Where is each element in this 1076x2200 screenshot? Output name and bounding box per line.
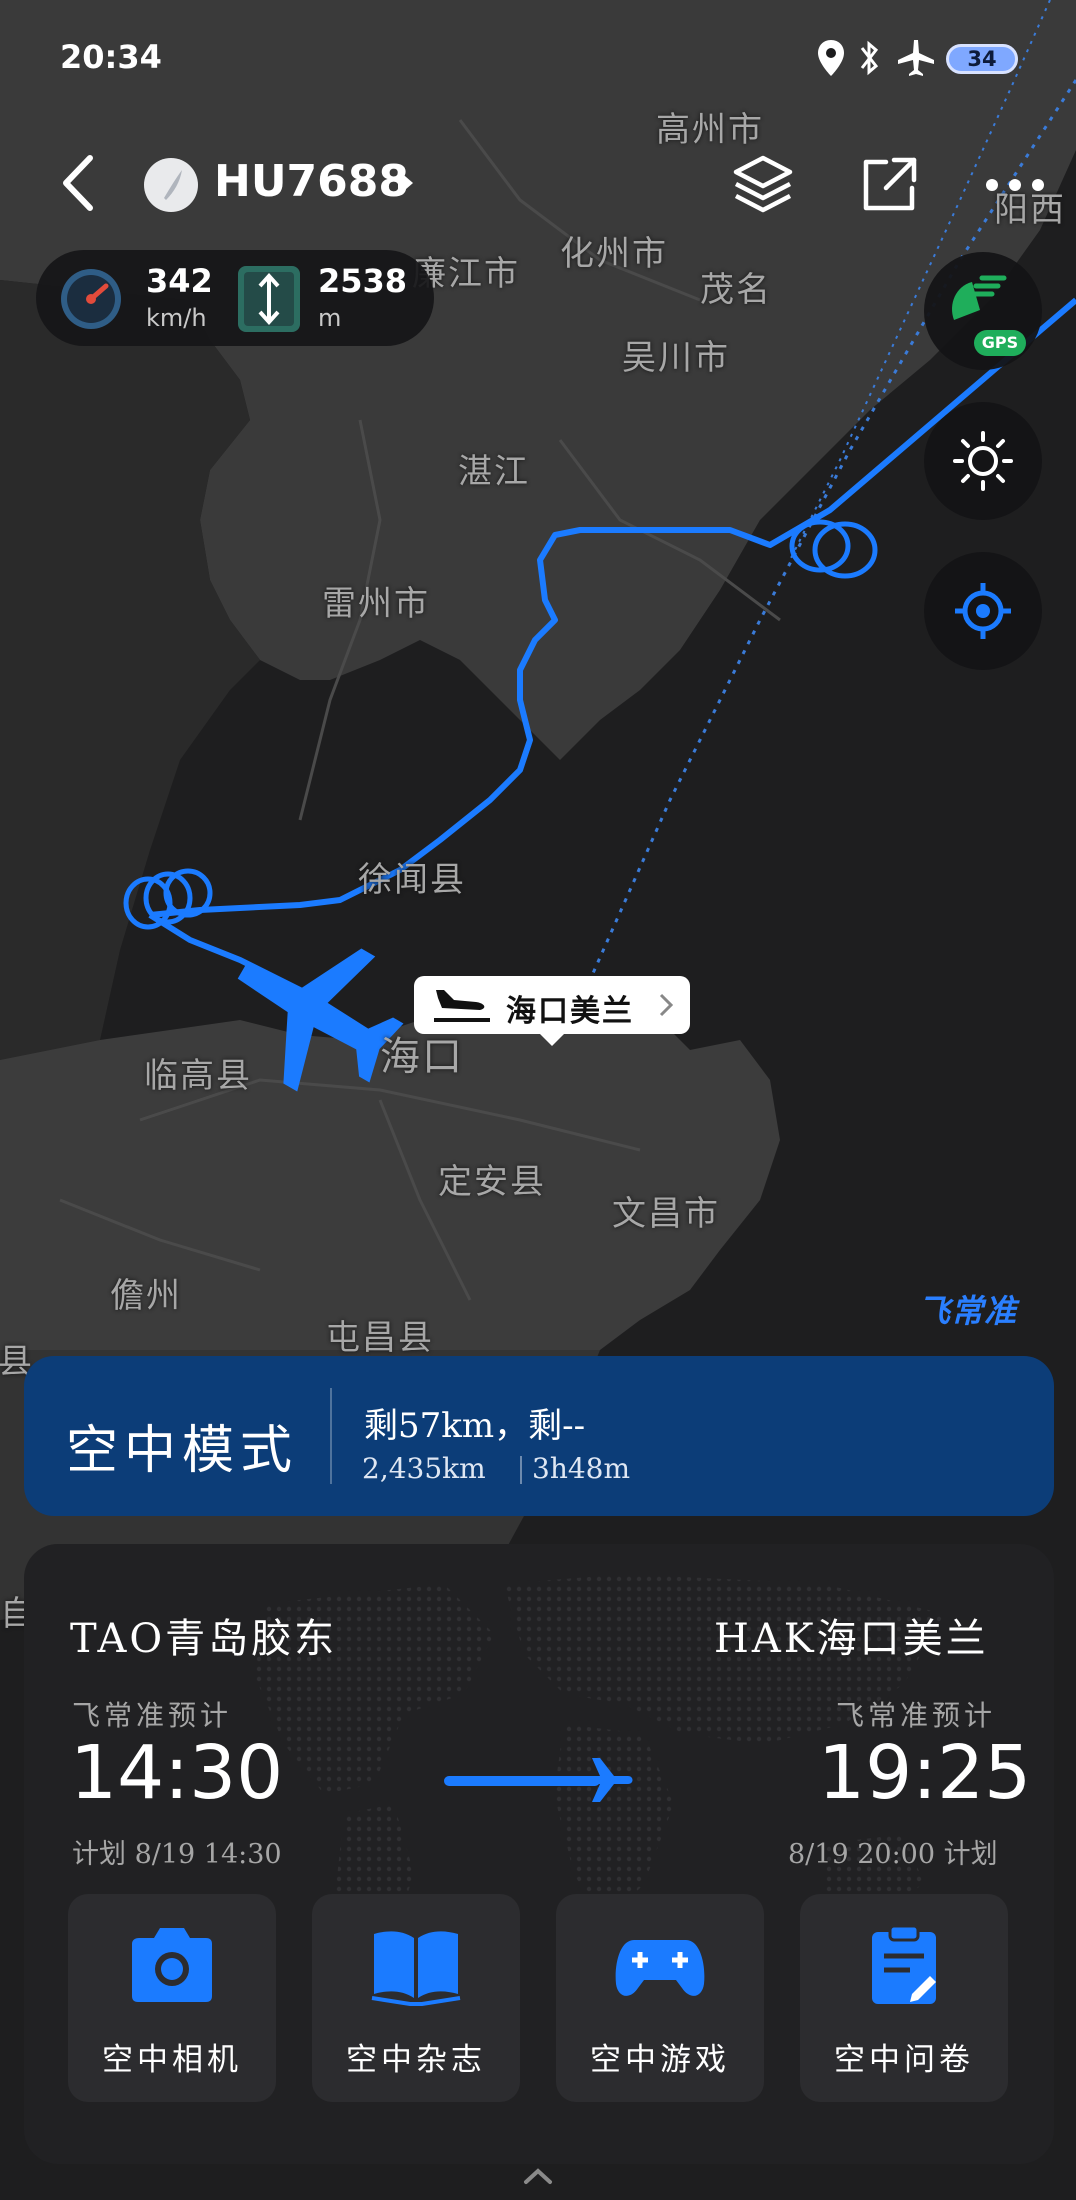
chevron-right-icon [659,993,674,1017]
book-icon [371,1931,461,2006]
status-bar: 20:34 34 [0,0,1076,110]
brand-watermark: 飞常准 [918,1292,1018,1330]
gamepad-icon [615,1940,705,1996]
locate-icon [955,583,1011,639]
origin-estimate-label: 飞常准预计 [72,1699,233,1732]
departure-time: 14:30 [70,1730,284,1816]
altitude-icon [238,266,300,332]
chevron-up-icon[interactable] [522,2166,554,2186]
total-distance: 2,435km [362,1452,486,1485]
remaining-info: 剩57km，剩-- [364,1406,586,1446]
camera-icon [132,1928,212,2002]
speed-value: 342 [146,262,213,300]
divider [520,1456,522,1484]
origin-planned-time: 计划 8/19 14:30 [72,1839,282,1870]
tile-label: 空中相机 [102,2042,242,2078]
arrival-time: 19:25 [818,1730,1032,1816]
airplane-mode-icon [898,40,934,76]
share-button[interactable] [854,150,924,220]
map-label: 茂名 [700,270,772,310]
air-mode-bar[interactable]: 空中模式 剩57km，剩-- 2,435km 3h48m [24,1356,1054,1516]
sun-icon [953,431,1013,491]
map-label: 雷州市 [322,584,430,624]
gps-badge: GPS [974,330,1026,356]
air-survey-tile[interactable]: 空中问卷 [800,1894,1008,2102]
map-label: 吴川市 [622,338,730,378]
location-icon [818,40,844,76]
layers-button[interactable] [728,150,798,220]
route-plane-icon [582,1758,633,1802]
map-label: 文昌市 [612,1194,720,1234]
gps-button[interactable]: GPS [924,252,1042,370]
map-label: 定安县 [438,1162,546,1202]
map-label: 临高县 [144,1056,252,1096]
map-label: 湛江 [458,452,530,492]
locate-button[interactable] [924,552,1042,670]
map-label: 屯昌县 [326,1318,434,1358]
bluetooth-icon [860,40,879,76]
flight-stats: 342 km/h 2538 m [36,250,434,346]
airline-logo [144,158,198,212]
battery-indicator: 34 [946,44,1018,74]
altitude-value: 2538 [318,262,408,300]
airline-logo-icon [164,170,182,200]
total-duration: 3h48m [532,1452,631,1485]
divider [330,1388,332,1484]
air-game-tile[interactable]: 空中游戏 [556,1894,764,2102]
landing-icon [434,990,490,1022]
status-time: 20:34 [60,38,162,76]
map-label: 化州市 [560,234,668,274]
more-options-button[interactable] [980,150,1050,220]
speed-unit: km/h [146,304,207,332]
speedometer-icon [61,269,121,329]
tile-label: 空中杂志 [346,2042,486,2078]
flight-info-card: TAO青岛胶东 HAK海口美兰 飞常准预计 飞常准预计 14:30 19:25 … [24,1544,1054,2164]
flight-expand-icon[interactable] [398,170,413,196]
clipboard-icon [872,1924,936,2004]
altitude-unit: m [318,304,342,332]
air-mode-title: 空中模式 [66,1421,299,1481]
gps-signal-icon [952,275,1007,320]
flight-number[interactable]: HU7688 [214,156,409,207]
route-progress-bar [444,1776,600,1786]
tile-label: 空中问卷 [834,2042,974,2078]
air-magazine-tile[interactable]: 空中杂志 [312,1894,520,2102]
origin-airport: TAO青岛胶东 [70,1616,338,1662]
destination-planned-time: 8/19 20:00 计划 [788,1839,998,1870]
destination-name: 海口美兰 [506,994,634,1029]
brightness-button[interactable] [924,402,1042,520]
map-label: 儋州 [110,1276,182,1316]
destination-estimate-label: 飞常准预计 [836,1699,997,1732]
air-camera-tile[interactable]: 空中相机 [68,1894,276,2102]
back-button[interactable] [54,152,104,214]
tile-label: 空中游戏 [590,2042,730,2078]
map-label: 徐闻县 [358,860,466,900]
destination-airport: HAK海口美兰 [714,1616,989,1662]
destination-marker[interactable]: 海口美兰 [414,976,690,1046]
